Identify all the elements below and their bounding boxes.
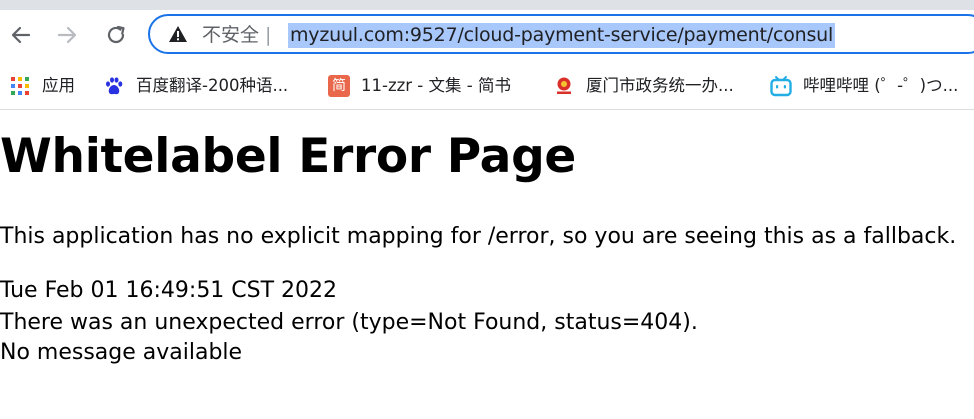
back-button[interactable] xyxy=(3,18,37,52)
error-description: This application has no explicit mapping… xyxy=(0,224,957,249)
bookmark-apps[interactable]: 应用 xyxy=(9,73,75,99)
jianshu-icon: 简 xyxy=(328,75,350,97)
error-timestamp: Tue Feb 01 16:49:51 CST 2022 xyxy=(0,278,338,303)
address-bar[interactable]: 不安全 | myzuul.com:9527/cloud-payment-serv… xyxy=(148,14,974,54)
bookmarks-bar: 应用 百度翻译-200种语... 简 11-zzr - 文集 - 简书 厦门市政… xyxy=(0,64,974,110)
url-text[interactable]: myzuul.com:9527/cloud-payment-service/pa… xyxy=(288,23,836,48)
error-details: There was an unexpected error (type=Not … xyxy=(0,310,698,335)
error-message: No message available xyxy=(0,340,243,365)
page-title: Whitelabel Error Page xyxy=(0,129,576,184)
warning-icon[interactable] xyxy=(168,25,188,43)
bookmark-label: 应用 xyxy=(42,76,75,95)
bookmark-label: 11-zzr - 文集 - 简书 xyxy=(361,76,511,95)
apps-grid-icon xyxy=(9,75,31,97)
forward-arrow-icon xyxy=(57,26,77,44)
tab-strip-edge xyxy=(0,0,974,10)
bookmark-jianshu[interactable]: 简 11-zzr - 文集 - 简书 xyxy=(328,73,511,99)
government-emblem-icon xyxy=(553,75,575,97)
bookmark-bilibili[interactable]: 哔哩哔哩 (゜-゜)つ... xyxy=(770,73,958,99)
bilibili-tv-icon xyxy=(770,75,792,97)
browser-toolbar: 不安全 | myzuul.com:9527/cloud-payment-serv… xyxy=(0,0,974,64)
bookmark-baidu-translate[interactable]: 百度翻译-200种语... xyxy=(103,73,288,99)
forward-button[interactable] xyxy=(51,18,85,52)
bookmark-label: 百度翻译-200种语... xyxy=(136,76,289,95)
not-secure-label[interactable]: 不安全 xyxy=(202,24,259,46)
back-arrow-icon xyxy=(11,26,31,44)
bookmark-xiamen-gov[interactable]: 厦门市政务统一办... xyxy=(553,73,734,99)
bookmark-label: 厦门市政务统一办... xyxy=(586,76,734,95)
baidu-paw-icon xyxy=(103,75,125,97)
reload-button[interactable] xyxy=(99,18,133,52)
address-separator: | xyxy=(265,24,272,46)
reload-icon xyxy=(107,25,125,44)
bookmark-label: 哔哩哔哩 (゜-゜)つ... xyxy=(803,76,959,95)
